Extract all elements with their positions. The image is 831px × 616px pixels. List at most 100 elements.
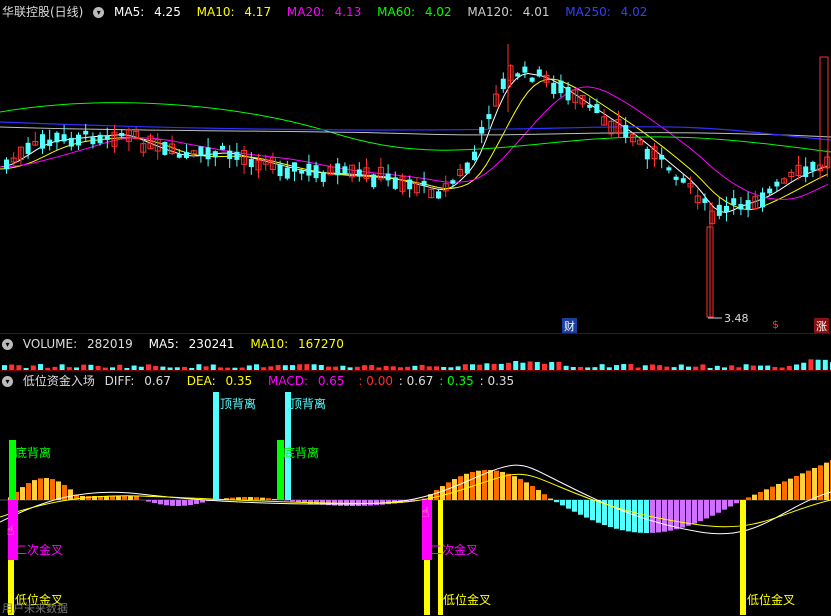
macd-bar: [38, 478, 43, 500]
v4-label: : 0.35: [480, 374, 515, 388]
candle-body: [623, 125, 628, 137]
v1-label: : 0.00: [358, 374, 393, 388]
macd-label: MACD: 0.65: [268, 374, 351, 388]
ma5-label: MA5: 4.25: [114, 5, 187, 19]
dea-key: DEA:: [187, 374, 216, 388]
macd-bar: [26, 483, 31, 500]
top-divergence-label-2: 顶背离: [290, 395, 326, 412]
candle-body: [357, 169, 362, 176]
macd-bar: [776, 484, 781, 500]
macd-key: MACD:: [268, 374, 308, 388]
volume-chart[interactable]: [0, 356, 831, 370]
macd-bar: [488, 470, 493, 500]
macd-bar: [698, 500, 703, 521]
candle-body: [83, 131, 88, 135]
macd-bar: [152, 500, 157, 503]
candle-body: [278, 164, 283, 176]
zhang-badge[interactable]: 涨: [814, 318, 829, 334]
volume-bar: [513, 361, 518, 370]
candle-body: [465, 163, 470, 174]
candle-body: [810, 162, 815, 171]
macd-bar: [194, 500, 199, 504]
low-golden-cross-bar: [740, 500, 746, 615]
ma10-key: MA10:: [197, 5, 235, 19]
macd-bar: [758, 492, 763, 500]
candle-body: [292, 162, 297, 171]
price-chart[interactable]: 3.48: [0, 22, 831, 334]
macd-bar: [158, 500, 163, 504]
diff-value: 0.67: [144, 374, 171, 388]
vol-ma5-key: MA5:: [149, 337, 179, 351]
macd-bar: [752, 495, 757, 500]
candle-body: [386, 174, 391, 181]
chevron-down-icon[interactable]: ▾: [2, 339, 13, 350]
candle-body: [717, 205, 722, 216]
top-divergence-bar: [213, 392, 219, 500]
candle-body: [450, 180, 455, 184]
candle-body: [594, 104, 599, 113]
dollar-badge-text: $: [772, 318, 779, 331]
candle-body: [407, 179, 412, 189]
candle-body: [26, 143, 31, 154]
ma5-key: MA5:: [114, 5, 144, 19]
v3-label: : 0.35: [439, 374, 474, 388]
macd-bar: [812, 468, 817, 500]
low-golden-cross-label-2: 低位金叉: [443, 591, 491, 608]
candle-body: [566, 87, 571, 100]
candle-body: [198, 146, 203, 155]
macd-bar: [596, 500, 601, 523]
indicator-chart[interactable]: [0, 392, 831, 615]
candle-body: [659, 155, 664, 160]
macd-bar: [518, 479, 523, 500]
candle-body: [558, 81, 563, 93]
macd-bar: [590, 500, 595, 520]
volume-bar: [556, 362, 561, 370]
v2-label: : 0.67: [399, 374, 434, 388]
macd-bar: [584, 500, 589, 518]
volume-key: VOLUME:: [23, 337, 77, 351]
candle-body: [177, 154, 182, 158]
ma250-key: MA250:: [565, 5, 611, 19]
candle-body: [472, 152, 477, 161]
candle-body: [47, 140, 52, 146]
candle-body: [774, 182, 779, 187]
chevron-down-icon[interactable]: ▾: [2, 376, 13, 387]
macd-bar: [458, 476, 463, 500]
candle-body: [674, 177, 679, 180]
macd-bar: [446, 482, 451, 500]
macd-bar: [254, 497, 259, 500]
candle-body: [515, 73, 520, 76]
candle-body: [436, 191, 441, 198]
cai-badge[interactable]: 财: [562, 318, 577, 334]
candle-body: [767, 189, 772, 194]
macd-bar: [728, 500, 733, 507]
candle-body: [321, 172, 326, 182]
candle-body: [220, 146, 225, 150]
volume-bar: [549, 362, 554, 370]
macd-bar: [134, 496, 139, 500]
candle-body: [551, 83, 556, 94]
hand-cursor-icon: ☝: [421, 505, 430, 521]
volume-bar: [801, 363, 806, 370]
macd-bar: [782, 481, 787, 500]
ma20-value: 4.13: [335, 5, 362, 19]
second-golden-cross-label-1: 二次金叉: [15, 541, 63, 558]
volume-bar: [823, 360, 828, 370]
candle-body: [227, 151, 232, 159]
macd-bar: [704, 500, 709, 519]
candle-body: [702, 198, 707, 203]
footer-note: 用户未来数据: [2, 600, 68, 616]
vol-ma10-value: 167270: [298, 337, 344, 351]
candle-body: [587, 105, 592, 108]
ma60-line: [0, 103, 831, 152]
candle-body: [54, 133, 59, 143]
macd-bar: [548, 499, 553, 500]
vol-ma10-key: MA10:: [250, 337, 288, 351]
dollar-badge[interactable]: $: [770, 318, 781, 331]
macd-bar: [290, 500, 295, 501]
candle-body: [522, 67, 527, 73]
macd-bar: [170, 500, 175, 506]
macd-bar: [620, 500, 625, 530]
candle-body: [393, 177, 398, 188]
chevron-down-icon[interactable]: ▾: [93, 7, 104, 18]
